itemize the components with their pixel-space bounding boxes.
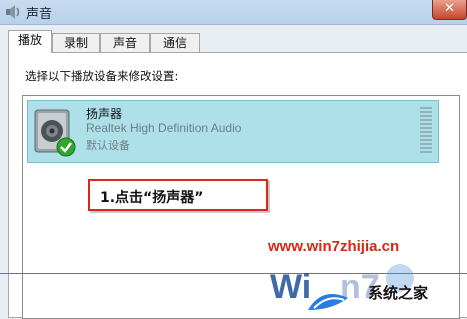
device-description: Realtek High Definition Audio [86, 121, 242, 135]
tab-playback[interactable]: 播放 [8, 30, 52, 53]
tab-recording[interactable]: 录制 [52, 33, 100, 52]
device-status: 默认设备 [86, 139, 130, 152]
tab-communications[interactable]: 通信 [150, 33, 200, 52]
check-icon [56, 137, 76, 157]
tab-label: 播放 [17, 33, 42, 47]
watermark-url: www.win7zhijia.cn [268, 238, 400, 255]
close-button[interactable]: ✕ [432, 0, 467, 20]
close-icon: ✕ [444, 1, 455, 16]
sound-icon [6, 5, 20, 19]
panel-hint: 选择以下播放设备来修改设置: [25, 69, 179, 83]
device-item-speakers[interactable]: 扬声器 Realtek High Definition Audio 默认设备 [27, 100, 439, 163]
window-title: 声音 [26, 7, 53, 22]
window-titlebar: 声音 ✕ [0, 0, 467, 25]
tab-label: 声音 [112, 36, 137, 50]
callout-text: 1.点击“扬声器” [100, 190, 204, 206]
device-name: 扬声器 [86, 107, 123, 121]
tab-label: 通信 [162, 36, 187, 50]
volume-level-meter [420, 107, 432, 157]
watermark-site: 系统之家 [368, 284, 429, 302]
tab-label: 录制 [63, 36, 88, 50]
svg-text:Wi: Wi [270, 268, 311, 306]
tab-sounds[interactable]: 声音 [100, 33, 150, 52]
instruction-callout: 1.点击“扬声器” [88, 179, 268, 211]
